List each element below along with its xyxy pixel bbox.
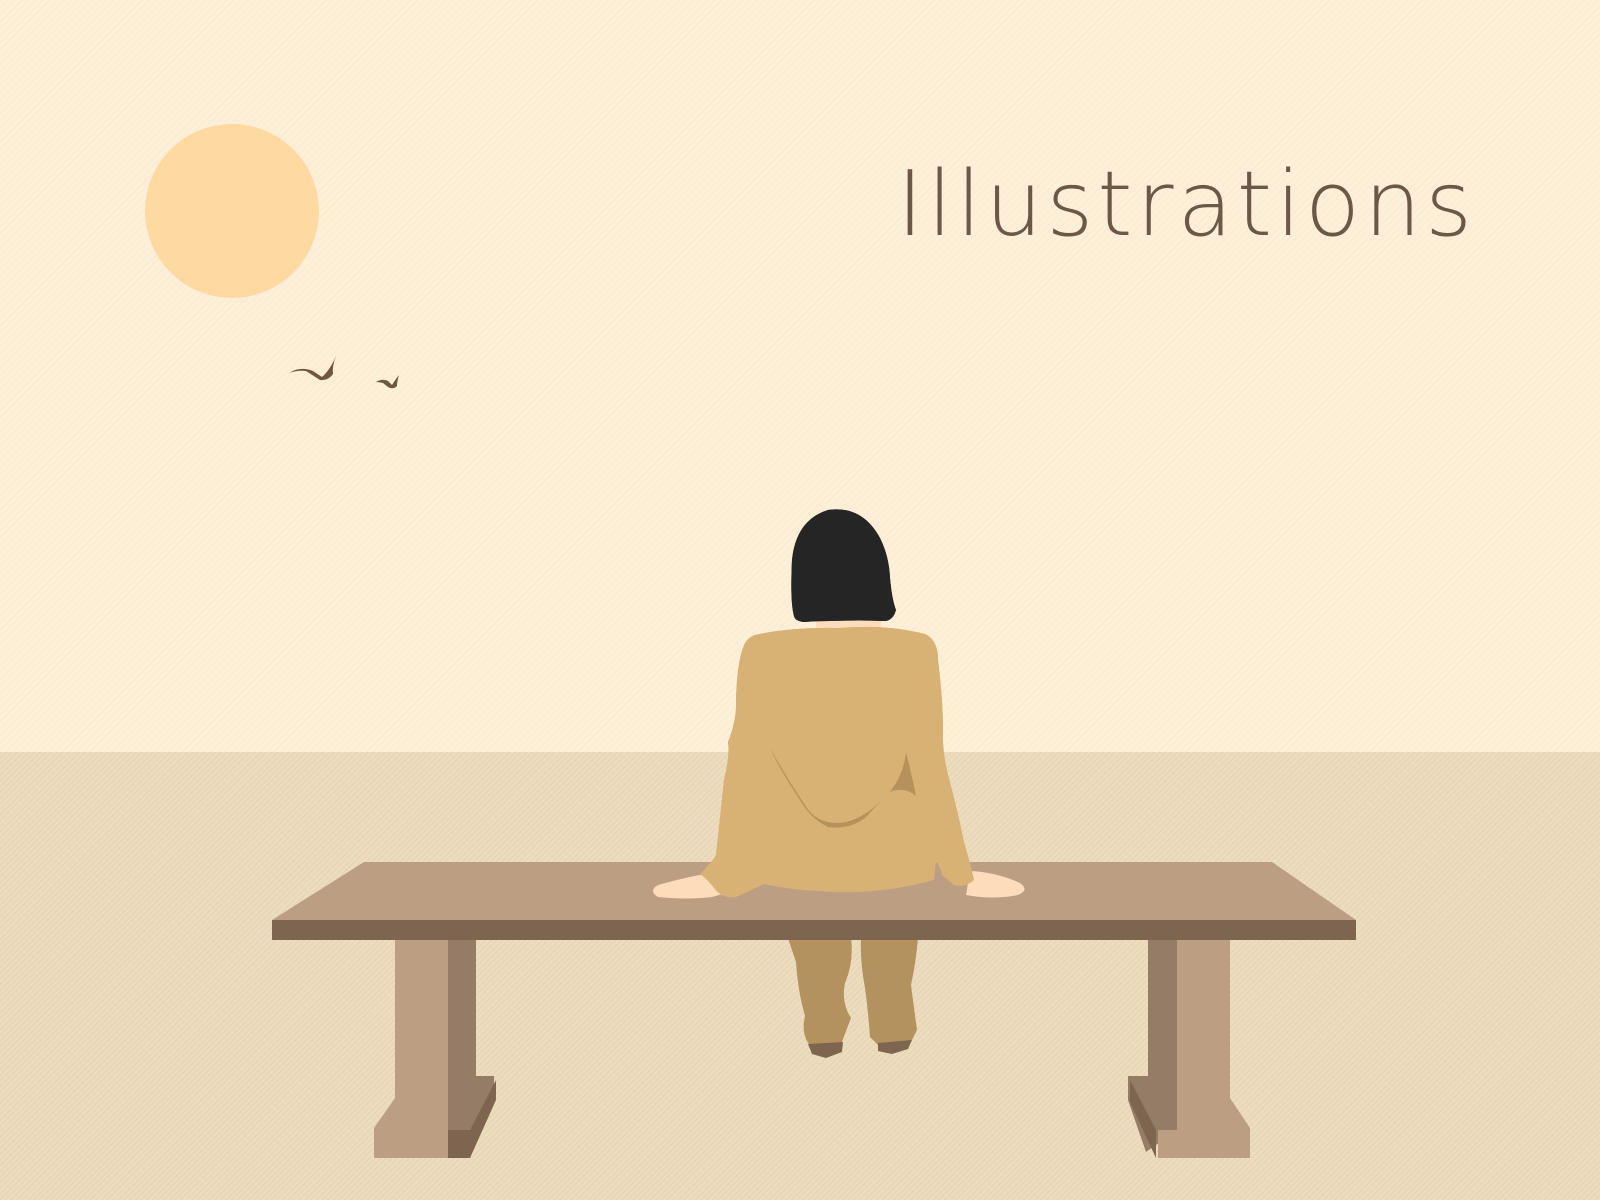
bird-icon — [376, 375, 399, 389]
bench-foot-left — [374, 1128, 448, 1158]
person-left-leg — [788, 938, 852, 1049]
bench-leg-shadow-right — [1128, 938, 1177, 1152]
sun-icon — [145, 124, 319, 298]
bird-icon — [289, 356, 336, 381]
bench-seat-edge — [272, 920, 1356, 940]
person-right-leg — [860, 938, 918, 1047]
illustration-scene: Illustrations — [0, 0, 1600, 1200]
person-jacket-front — [700, 626, 974, 898]
bench-leg-shadow-left — [448, 938, 494, 1152]
bench-leg-left — [374, 938, 448, 1152]
seated-person-front — [653, 509, 1025, 899]
scene-artwork — [145, 124, 1356, 1158]
person-hair-front — [791, 509, 896, 622]
person-left-shoe — [808, 1042, 843, 1058]
